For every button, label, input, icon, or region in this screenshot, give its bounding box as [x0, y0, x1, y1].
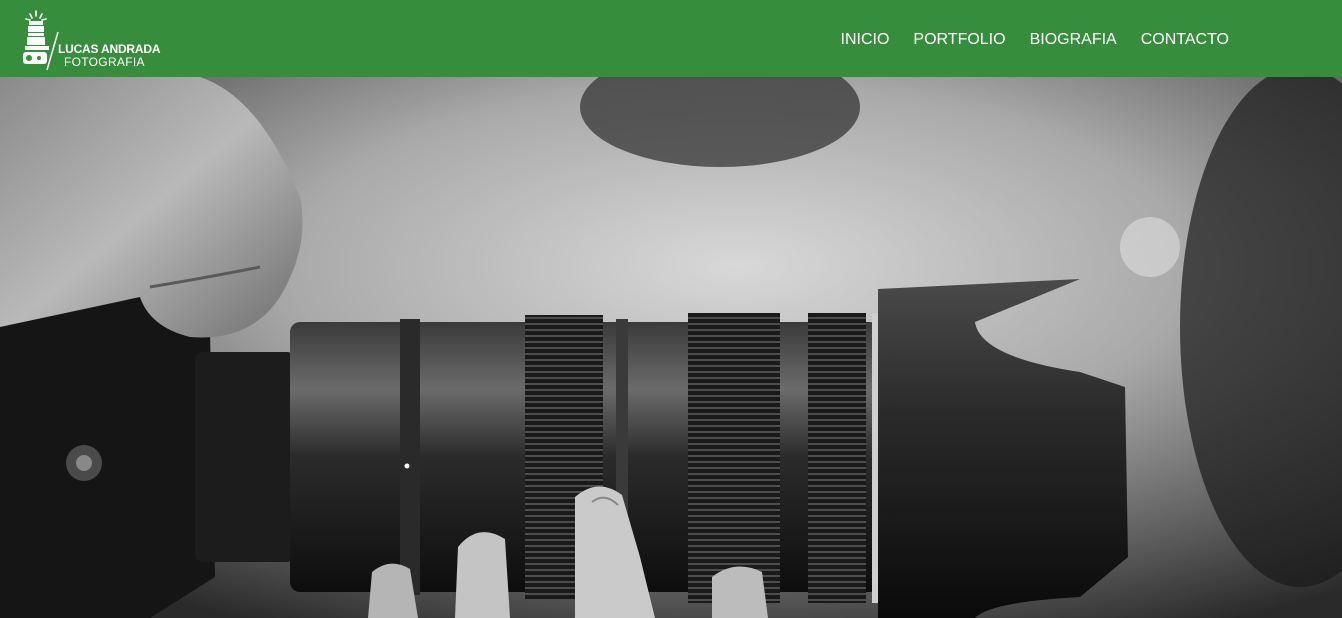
main-nav: INICIO PORTFOLIO BIOGRAFIA CONTACTO: [841, 30, 1229, 50]
brand-logo[interactable]: LUCAS ANDRADA FOTOGRAFIA: [22, 10, 161, 72]
nav-inicio[interactable]: INICIO: [841, 30, 890, 50]
nav-biografia[interactable]: BIOGRAFIA: [1030, 30, 1117, 50]
brand-name: LUCAS ANDRADA: [58, 42, 161, 56]
site-header: LUCAS ANDRADA FOTOGRAFIA INICIO PORTFOLI…: [0, 0, 1342, 77]
nav-portfolio[interactable]: PORTFOLIO: [913, 30, 1005, 50]
hero-banner: [0, 77, 1342, 618]
camera-stack-icon: [23, 10, 59, 71]
hero-image: [0, 77, 1342, 618]
brand-tagline: FOTOGRAFIA: [64, 55, 145, 69]
nav-contacto[interactable]: CONTACTO: [1141, 30, 1229, 50]
